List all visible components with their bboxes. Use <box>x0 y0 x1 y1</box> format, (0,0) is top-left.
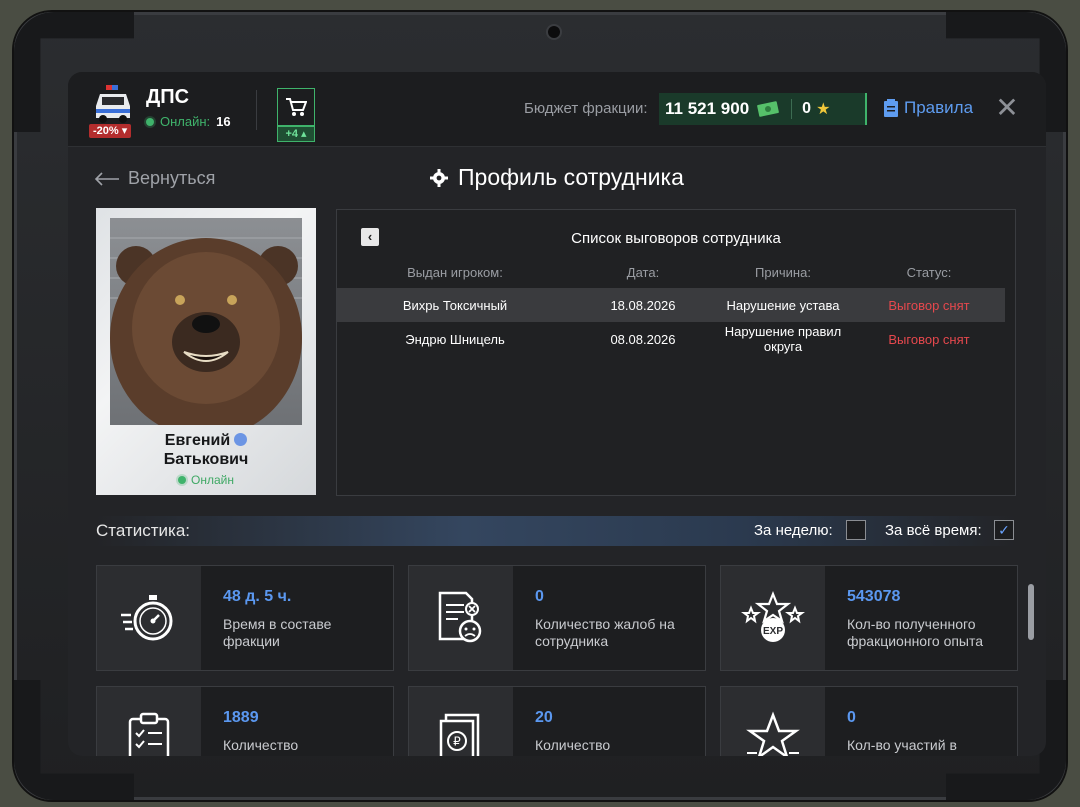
divider <box>256 90 257 130</box>
employee-last-name: Батькович <box>163 451 249 468</box>
employee-photo <box>110 218 302 425</box>
online-count: 16 <box>216 114 231 129</box>
stat-card-checklist: 1889 Количество <box>96 686 394 756</box>
budget-label: Бюджет фракции: <box>524 100 648 117</box>
shop-cart-button[interactable] <box>277 88 315 126</box>
stat-card-participation: 0 Кол-во участий в <box>720 686 1018 756</box>
close-icon: ✕ <box>995 92 1019 123</box>
scrollbar[interactable] <box>1028 584 1034 640</box>
divider <box>791 99 793 119</box>
stat-label: Количество <box>535 737 611 753</box>
column-date: Дата: <box>626 264 660 280</box>
stat-value: 1889 <box>223 709 259 726</box>
rules-document-icon <box>884 99 898 117</box>
employee-card: Евгений Батькович Онлайн <box>96 208 316 495</box>
reprimands-panel: Список выговоров сотрудника ‹ Выдан игро… <box>336 209 1016 496</box>
column-status: Статус: <box>906 264 952 280</box>
app-header: -20% ▾ ДПС Онлайн: 16 +4 ▴ Бюджет фракци… <box>68 72 1046 147</box>
row-date: 08.08.2026 <box>610 331 676 347</box>
back-label: Вернуться <box>128 168 216 188</box>
reprimands-title: Список выговоров сотрудника <box>571 230 781 247</box>
row-reason: Нарушение правил округа <box>724 324 842 354</box>
discount-badge: -20% ▾ <box>89 124 132 138</box>
stars-value: 0 <box>802 100 812 117</box>
camera-icon <box>548 26 560 38</box>
stats-bar: Статистика: За неделю: За всё время: ✓ <box>96 516 1016 546</box>
svg-text:₽: ₽ <box>453 735 461 749</box>
rules-label: Правила <box>904 98 974 117</box>
star-icon: ★ <box>816 101 831 118</box>
row-issuer: Эндрю Шницель <box>405 331 505 347</box>
page-title: Профиль сотрудника <box>430 164 684 191</box>
employee-status: Онлайн <box>96 473 316 487</box>
online-dot-icon <box>178 476 187 484</box>
table-row[interactable]: Эндрю Шницель 08.08.2026 Нарушение прави… <box>337 322 1005 356</box>
stat-label: Время в составе фракции <box>223 616 332 649</box>
verified-user-icon <box>234 433 248 446</box>
ruble-document-icon: ₽ <box>439 713 480 756</box>
employee-status-label: Онлайн <box>191 473 234 487</box>
table-header: Выдан игроком: Дата: Причина: Статус: <box>337 255 1005 289</box>
svg-text:EXP: EXP <box>763 626 783 637</box>
stat-label: Количество жалоб на сотрудника <box>535 616 675 649</box>
arrow-left-icon <box>94 171 119 186</box>
police-car-icon <box>92 84 134 124</box>
stat-label: Количество <box>223 737 299 753</box>
tablet-screen: -20% ▾ ДПС Онлайн: 16 +4 ▴ Бюджет фракци… <box>68 72 1046 756</box>
table-row[interactable]: Вихрь Токсичный 18.08.2026 Нарушение уст… <box>337 288 1005 322</box>
row-status: Выговор снят <box>888 297 970 313</box>
online-label: Онлайн: <box>160 114 211 129</box>
stat-card-complaints: 0 Количество жалоб на сотрудника <box>408 565 706 671</box>
stopwatch-icon <box>121 595 173 641</box>
exp-stars-icon: EXP <box>741 591 805 642</box>
cart-badge: +4 ▴ <box>277 126 315 142</box>
column-issuer: Выдан игроком: <box>407 264 503 280</box>
stat-card-payments: ₽ 20 Количество <box>408 686 706 756</box>
row-reason: Нарушение устава <box>726 297 840 313</box>
stat-card-experience: EXP 543078 Кол-во полученного фракционно… <box>720 565 1018 671</box>
stat-value: 0 <box>847 709 856 726</box>
faction-online: Онлайн: 16 <box>146 114 231 129</box>
stats-label: Статистика: <box>96 521 191 540</box>
back-button[interactable]: Вернуться <box>94 168 215 189</box>
budget-box: 11 521 900 0 ★ <box>659 93 867 125</box>
money-icon <box>757 101 779 117</box>
stat-label: Кол-во участий в <box>847 737 957 753</box>
star-icon <box>746 711 800 756</box>
chevron-left-icon: ‹ <box>367 229 373 244</box>
row-date: 18.08.2026 <box>610 297 676 313</box>
stat-value: 0 <box>535 588 544 605</box>
online-dot-icon <box>146 117 154 126</box>
column-reason: Причина: <box>755 264 811 280</box>
page-title-text: Профиль сотрудника <box>458 164 684 190</box>
stat-card-time: 48 д. 5 ч. Время в составе фракции <box>96 565 394 671</box>
faction-name: ДПС <box>146 86 190 108</box>
checkmark-icon: ✓ <box>998 522 1010 538</box>
complaint-document-icon <box>438 591 482 643</box>
all-time-filter-checkbox[interactable]: ✓ <box>994 520 1014 540</box>
close-button[interactable]: ✕ <box>994 94 1020 122</box>
stat-label: Кол-во полученного фракционного опыта <box>847 616 984 649</box>
week-filter-checkbox[interactable] <box>846 520 866 540</box>
stat-value: 20 <box>535 709 553 726</box>
budget-value: 11 521 900 <box>665 99 750 118</box>
reprimands-back-button[interactable]: ‹ <box>361 228 379 246</box>
week-filter-label: За неделю: <box>754 522 833 539</box>
row-status: Выговор снят <box>888 331 970 347</box>
all-time-filter-label: За всё время: <box>885 522 982 539</box>
tablet-frame: -20% ▾ ДПС Онлайн: 16 +4 ▴ Бюджет фракци… <box>14 12 1066 800</box>
employee-name: Евгений Батькович <box>96 431 316 469</box>
gear-icon <box>430 168 448 187</box>
stat-value: 48 д. 5 ч. <box>223 588 292 605</box>
cart-icon <box>286 98 307 116</box>
stat-value: 543078 <box>847 588 901 605</box>
employee-first-name: Евгений <box>164 432 231 449</box>
clipboard-checklist-icon <box>128 712 170 756</box>
rules-button[interactable]: Правила <box>884 98 973 118</box>
row-issuer: Вихрь Токсичный <box>402 297 508 313</box>
